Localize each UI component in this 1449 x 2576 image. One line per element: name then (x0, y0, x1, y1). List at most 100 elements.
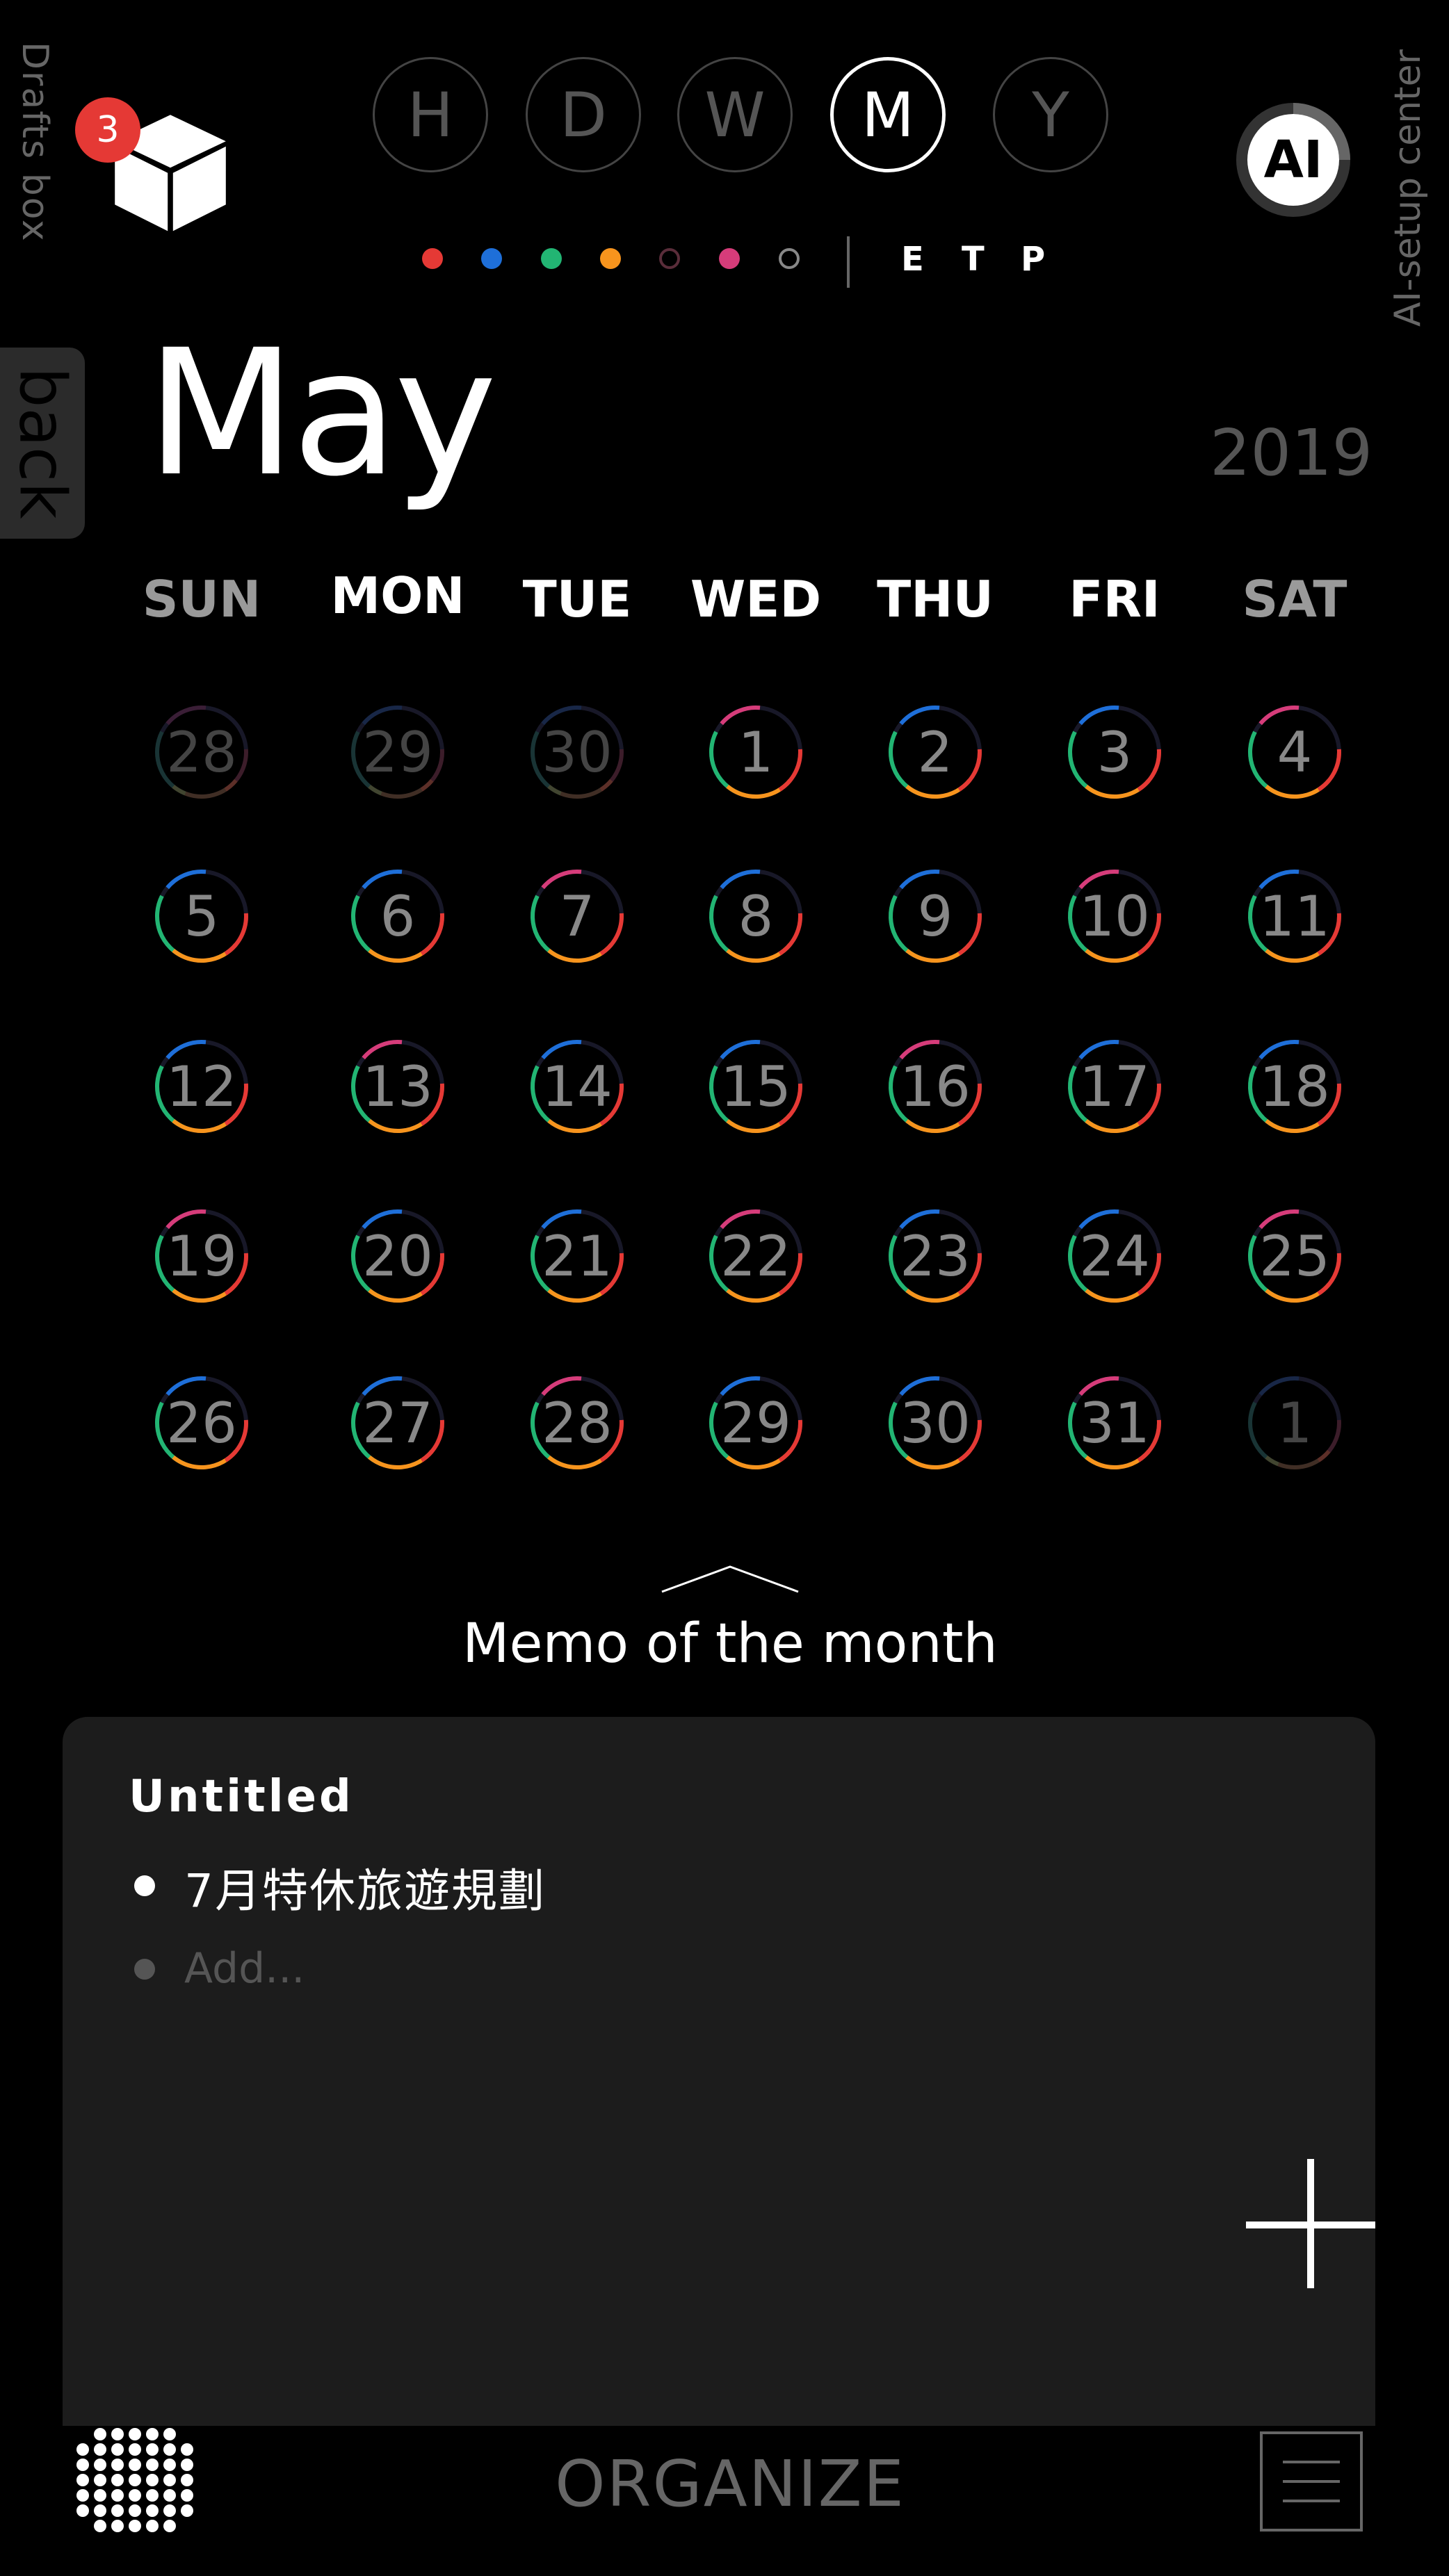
memo-card (63, 1717, 1375, 2426)
calendar-day[interactable]: 16 (873, 1024, 998, 1149)
day-number: 29 (720, 1390, 791, 1456)
day-number: 14 (542, 1054, 613, 1119)
menu-icon-line (1283, 2461, 1340, 2463)
calendar-day[interactable]: 9 (873, 854, 998, 979)
day-number: 20 (362, 1223, 433, 1289)
ai-setup-center-label[interactable]: AI-setup center (1387, 28, 1429, 327)
category-dot[interactable] (481, 248, 502, 269)
day-number: 6 (380, 883, 416, 949)
calendar-day[interactable]: 30 (873, 1360, 998, 1485)
calendar-day[interactable]: 1 (693, 690, 818, 815)
calendar-day[interactable]: 12 (139, 1024, 264, 1149)
month-title: May (146, 312, 497, 514)
weekday-sun: SUN (142, 570, 261, 628)
day-number: 24 (1079, 1223, 1150, 1289)
calendar-day[interactable]: 3 (1052, 690, 1177, 815)
calendar-day[interactable]: 5 (139, 854, 264, 979)
calendar-day[interactable]: 26 (139, 1360, 264, 1485)
day-number: 30 (900, 1390, 971, 1456)
filter-divider (847, 236, 850, 288)
calendar-day[interactable]: 31 (1052, 1360, 1177, 1485)
day-number: 21 (542, 1223, 613, 1289)
filter-t[interactable]: T (962, 240, 985, 279)
calendar-day[interactable]: 25 (1232, 1193, 1357, 1319)
weekday-thu: THU (877, 570, 994, 628)
day-number: 2 (917, 719, 953, 785)
organize-button[interactable]: ORGANIZE (487, 2447, 973, 2521)
day-number: 18 (1259, 1054, 1330, 1119)
calendar-day[interactable]: 21 (515, 1193, 640, 1319)
category-dot[interactable] (422, 248, 443, 269)
memo-add-bullet (134, 1959, 155, 1980)
calendar-day[interactable]: 7 (515, 854, 640, 979)
memo-item[interactable]: 7月特休旅遊規劃 (184, 1854, 546, 1921)
calendar-day[interactable]: 13 (335, 1024, 460, 1149)
calendar-day[interactable]: 27 (335, 1360, 460, 1485)
menu-icon-line (1283, 2480, 1340, 2483)
calendar-day[interactable]: 10 (1052, 854, 1177, 979)
day-number: 28 (166, 719, 237, 785)
day-number: 19 (166, 1223, 237, 1289)
calendar-day[interactable]: 2 (873, 690, 998, 815)
drafts-count-badge: 3 (75, 97, 140, 163)
ai-button-label: AI (1263, 130, 1323, 190)
calendar-day[interactable]: 1 (1232, 1360, 1357, 1485)
day-number: 3 (1096, 719, 1133, 785)
day-number: 1 (1277, 1390, 1313, 1456)
calendar-day[interactable]: 6 (335, 854, 460, 979)
mode-h-button[interactable]: H (373, 57, 488, 172)
calendar-day[interactable]: 18 (1232, 1024, 1357, 1149)
day-number: 12 (166, 1054, 237, 1119)
memo-add-input[interactable]: Add... (184, 1944, 305, 1993)
filter-e[interactable]: E (901, 240, 924, 279)
calendar-day[interactable]: 23 (873, 1193, 998, 1319)
calendar-day[interactable]: 29 (693, 1360, 818, 1485)
category-dot[interactable] (600, 248, 621, 269)
day-number: 28 (542, 1390, 613, 1456)
day-number: 8 (738, 883, 774, 949)
day-number: 1 (738, 719, 774, 785)
day-number: 10 (1079, 883, 1150, 949)
calendar-day[interactable]: 29 (335, 690, 460, 815)
category-dot[interactable] (719, 248, 740, 269)
category-dot[interactable] (659, 248, 680, 269)
calendar-day[interactable]: 17 (1052, 1024, 1177, 1149)
category-dot[interactable] (779, 248, 800, 269)
day-number: 30 (542, 719, 613, 785)
mode-y-button[interactable]: Y (993, 57, 1108, 172)
memo-card-title[interactable]: Untitled (129, 1771, 354, 1823)
filter-p[interactable]: P (1021, 240, 1045, 279)
calendar-day[interactable]: 14 (515, 1024, 640, 1149)
mode-w-button[interactable]: W (677, 57, 793, 172)
weekday-tue: TUE (522, 570, 632, 628)
dot-grid-icon[interactable] (73, 2426, 198, 2537)
day-number: 4 (1277, 719, 1313, 785)
weekday-fri: FRI (1069, 570, 1160, 628)
calendar-day[interactable]: 24 (1052, 1193, 1177, 1319)
calendar-day[interactable]: 8 (693, 854, 818, 979)
calendar-day[interactable]: 30 (515, 690, 640, 815)
day-number: 5 (184, 883, 220, 949)
category-dot[interactable] (541, 248, 562, 269)
mode-m-button[interactable]: M (830, 57, 946, 172)
day-number: 15 (720, 1054, 791, 1119)
day-number: 7 (559, 883, 595, 949)
calendar-day[interactable]: 20 (335, 1193, 460, 1319)
weekday-mon: MON (330, 566, 465, 625)
calendar-day[interactable]: 28 (139, 690, 264, 815)
calendar-day[interactable]: 19 (139, 1193, 264, 1319)
calendar-day[interactable]: 22 (693, 1193, 818, 1319)
drafts-box-label[interactable]: Drafts box (14, 42, 56, 243)
weekday-sat: SAT (1242, 570, 1347, 628)
plus-icon[interactable] (1307, 2159, 1314, 2288)
calendar-day[interactable]: 28 (515, 1360, 640, 1485)
calendar-day[interactable]: 15 (693, 1024, 818, 1149)
memo-section-title: Memo of the month (462, 1613, 998, 1675)
calendar-day[interactable]: 11 (1232, 854, 1357, 979)
calendar-day[interactable]: 4 (1232, 690, 1357, 815)
day-number: 26 (166, 1390, 237, 1456)
back-label[interactable]: back (0, 348, 85, 539)
mode-d-button[interactable]: D (526, 57, 641, 172)
day-number: 11 (1259, 883, 1330, 949)
chevron-up-icon[interactable] (661, 1564, 800, 1595)
